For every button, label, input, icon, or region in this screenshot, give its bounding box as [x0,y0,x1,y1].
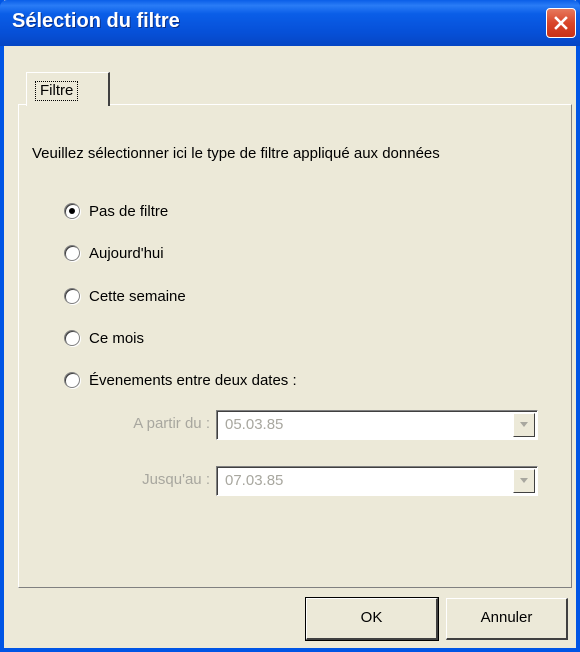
window-title: Sélection du filtre [12,10,180,32]
radio-button[interactable] [64,245,80,261]
radio-pas-de-filtre[interactable]: Pas de filtre [64,199,168,223]
radio-aujourdhui[interactable]: Aujourd'hui [64,241,164,265]
close-icon [554,16,568,30]
from-date-dropdown-button[interactable] [513,413,535,437]
ok-button[interactable]: OK [305,597,439,641]
from-date-combo[interactable]: 05.03.85 [216,410,538,440]
radio-cette-semaine[interactable]: Cette semaine [64,284,186,308]
radio-button[interactable] [64,288,80,304]
to-date-combo[interactable]: 07.03.85 [216,466,538,496]
from-date-label: A partir du : [133,415,210,432]
cancel-button[interactable]: Annuler [446,598,568,640]
radio-label: Évenements entre deux dates : [89,371,297,389]
radio-button[interactable] [64,203,80,219]
tab-filtre-label: Filtre [35,81,79,101]
chevron-down-icon [520,422,528,427]
radio-evenements-entre-deux-dates[interactable]: Évenements entre deux dates : [64,368,297,392]
radio-label: Cette semaine [89,287,186,305]
radio-label: Pas de filtre [89,202,169,220]
to-date-dropdown-button[interactable] [513,469,535,493]
radio-button[interactable] [64,330,80,346]
chevron-down-icon [520,478,528,483]
radio-button[interactable] [64,372,80,388]
instruction-text: Veuillez sélectionner ici le type de fil… [32,145,440,162]
close-button[interactable] [546,8,576,38]
to-date-label: Jusqu'au : [142,471,210,488]
radio-label: Ce mois [89,329,145,347]
radio-label: Aujourd'hui [89,244,164,262]
radio-ce-mois[interactable]: Ce mois [64,326,144,350]
title-bar[interactable]: Sélection du filtre [0,0,580,46]
tab-filtre[interactable]: Filtre [26,72,110,106]
from-date-value: 05.03.85 [225,416,284,433]
to-date-value: 07.03.85 [225,472,284,489]
